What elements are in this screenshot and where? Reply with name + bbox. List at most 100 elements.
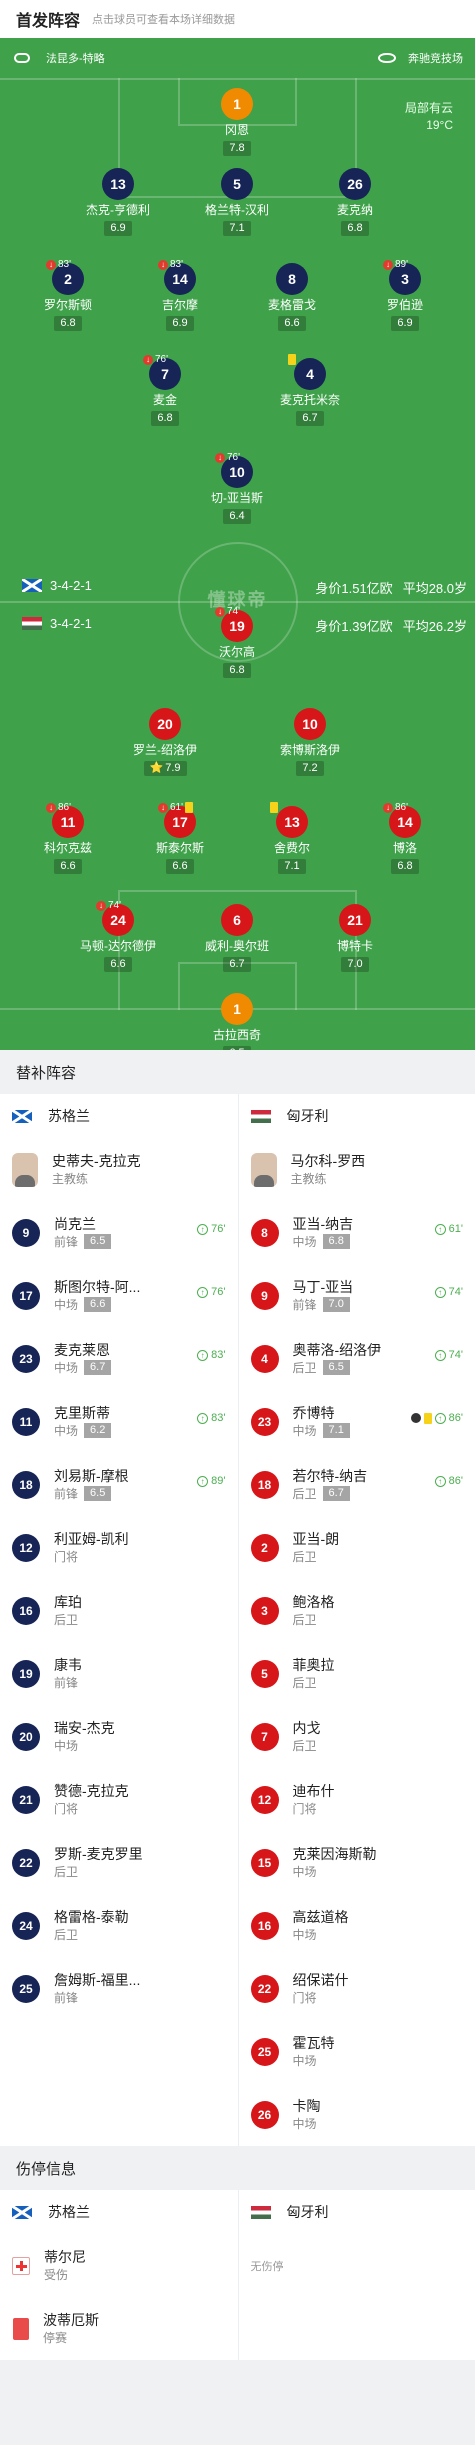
home-coach-row[interactable]: 史蒂夫-克拉克 主教练 bbox=[0, 1138, 238, 1201]
sub-player-row[interactable]: 23 乔博特 中场 7.1 ↑ 86' bbox=[239, 1390, 475, 1453]
sub-name: 库珀 bbox=[54, 1593, 82, 1610]
sub-number: 18 bbox=[12, 1470, 40, 1499]
sub-event: ↑ 86' bbox=[410, 1412, 463, 1424]
player-home[interactable]: 26 麦克纳 6.8 bbox=[300, 168, 410, 236]
sub-player-row[interactable]: 3 鲍洛格 后卫 bbox=[239, 1579, 475, 1642]
sub-minute: 61' bbox=[170, 802, 184, 813]
sub-player-row[interactable]: 16 库珀 后卫 bbox=[0, 1579, 238, 1642]
player-away[interactable]: 19 ↓ 74' 沃尔高 6.8 bbox=[182, 606, 292, 678]
player-away[interactable]: 17 ↓ 61' 斯泰尔斯 6.6 bbox=[125, 802, 235, 874]
player-away[interactable]: 1 古拉西奇 6.5 bbox=[182, 993, 292, 1050]
sub-player-row[interactable]: 9 尚克兰 前锋 6.5 ↑ 76' bbox=[0, 1201, 238, 1264]
player-home[interactable]: 4 麦克托米奈 6.7 bbox=[255, 354, 365, 426]
rating-value: 7.8 bbox=[229, 142, 245, 154]
player-number: 21 bbox=[339, 904, 371, 936]
sub-out-icon: ↓ bbox=[383, 802, 393, 813]
player-home[interactable]: 14 ↓ 83' 吉尔摩 6.9 bbox=[125, 259, 235, 331]
player-number: 13 bbox=[102, 168, 134, 200]
sub-event: ↑ 76' bbox=[197, 1286, 226, 1298]
sub-number: 12 bbox=[12, 1533, 40, 1562]
sub-meta: 后卫 6.7 bbox=[293, 1485, 368, 1503]
sub-minute: 89' bbox=[395, 259, 409, 270]
sub-player-row[interactable]: 2 亚当-朗 后卫 bbox=[239, 1516, 475, 1579]
home-subs: 苏格兰 史蒂夫-克拉克 主教练 9 尚克兰 前锋 6.5 ↑ 76' 17 斯图尔特-阿...… bbox=[0, 1094, 238, 2146]
player-away[interactable]: 14 ↓ 86' 博洛 6.8 bbox=[350, 802, 460, 874]
rating-value: 7.1 bbox=[229, 222, 245, 234]
player-home[interactable]: 2 ↓ 83' 罗尔斯顿 6.8 bbox=[13, 259, 123, 331]
sub-player-row[interactable]: 21 赞德-克拉克 门将 bbox=[0, 1768, 238, 1831]
away-coach-row[interactable]: 马尔科-罗西 主教练 bbox=[239, 1138, 475, 1201]
sub-player-row[interactable]: 4 奥蒂洛-绍洛伊 后卫 6.5 ↑ 74' bbox=[239, 1327, 475, 1390]
sub-player-row[interactable]: 18 若尔特-纳吉 后卫 6.7 ↑ 86' bbox=[239, 1453, 475, 1516]
player-away[interactable]: 21 博特卡 7.0 bbox=[300, 904, 410, 972]
player-away[interactable]: 20 罗兰-绍洛伊 ⭐ 7.9 bbox=[110, 708, 220, 776]
sub-name: 卡陶 bbox=[292, 2097, 321, 2114]
sub-player-row[interactable]: 22 罗斯-麦克罗里 后卫 bbox=[0, 1831, 238, 1894]
sub-player-row[interactable]: 23 麦克莱恩 中场 6.7 ↑ 83' bbox=[0, 1327, 238, 1390]
sub-number: 15 bbox=[250, 1848, 279, 1877]
player-home[interactable]: 7 ↓ 76' 麦金 6.8 bbox=[110, 354, 220, 426]
player-name: 博特卡 bbox=[336, 939, 373, 953]
sub-player-row[interactable]: 26 卡陶 中场 bbox=[239, 2083, 475, 2146]
sub-number: 3 bbox=[250, 1596, 279, 1625]
sub-player-row[interactable]: 7 内戈 后卫 bbox=[239, 1705, 475, 1768]
sub-player-row[interactable]: 12 迪布什 门将 bbox=[239, 1768, 475, 1831]
sub-player-row[interactable]: 12 利亚姆-凯利 门将 bbox=[0, 1516, 238, 1579]
sub-player-row[interactable]: 25 霍瓦特 中场 bbox=[239, 2020, 475, 2083]
player-name: 威利-奥尔班 bbox=[205, 939, 269, 953]
sub-out-icon: ↓ bbox=[143, 354, 153, 365]
player-home[interactable]: 1 冈恩 7.8 bbox=[182, 88, 292, 156]
sub-name: 霍瓦特 bbox=[292, 2034, 335, 2051]
sub-number: 20 bbox=[12, 1722, 40, 1751]
sub-player-row[interactable]: 17 斯图尔特-阿... 中场 6.6 ↑ 76' bbox=[0, 1264, 238, 1327]
sub-player-row[interactable]: 8 亚当-纳吉 中场 6.8 ↑ 61' bbox=[239, 1201, 475, 1264]
player-rating: 7.1 bbox=[223, 221, 251, 236]
sub-player-row[interactable]: 18 刘易斯-摩根 前锋 6.5 ↑ 89' bbox=[0, 1453, 238, 1516]
player-home[interactable]: 5 格兰特-汉利 7.1 bbox=[182, 168, 292, 236]
sub-position: 前锋 bbox=[54, 1486, 79, 1501]
player-away[interactable]: 11 ↓ 86' 科尔克兹 6.6 bbox=[13, 802, 123, 874]
sub-player-row[interactable]: 16 高兹道格 中场 bbox=[239, 1894, 475, 1957]
player-away[interactable]: 24 ↓ 74' 马顿-达尔德伊 6.6 bbox=[63, 900, 173, 972]
away-team-row: 匈牙利 bbox=[239, 1094, 475, 1138]
player-home[interactable]: 8 麦格雷戈 6.6 bbox=[237, 263, 347, 331]
sub-player-row[interactable]: 24 格雷格-泰勒 后卫 bbox=[0, 1894, 238, 1957]
injury-row[interactable]: 波蒂厄斯 停赛 bbox=[0, 2297, 238, 2360]
sub-out-icon: ↓ bbox=[215, 452, 225, 463]
sub-in-icon: ↑ bbox=[434, 1286, 446, 1298]
player-rating: 6.7 bbox=[296, 411, 324, 426]
player-home[interactable]: 3 ↓ 89' 罗伯逊 6.9 bbox=[350, 259, 460, 331]
rating-value: 7.0 bbox=[347, 958, 363, 970]
sub-player-row[interactable]: 22 绍保诺什 门将 bbox=[239, 1957, 475, 2020]
sub-info: 迪布什 门将 bbox=[293, 1782, 335, 1818]
sub-position: 后卫 bbox=[54, 1612, 79, 1627]
sub-info: 赞德-克拉克 门将 bbox=[54, 1782, 129, 1818]
player-away[interactable]: 13 舍费尔 7.1 bbox=[237, 802, 347, 874]
player-away[interactable]: 6 威利-奥尔班 6.7 bbox=[182, 904, 292, 972]
sub-player-row[interactable]: 15 克莱因海斯勒 中场 bbox=[239, 1831, 475, 1894]
injury-row[interactable]: 蒂尔尼 受伤 bbox=[0, 2234, 238, 2297]
sub-event: ↑ 74' bbox=[434, 1349, 463, 1361]
sub-player-row[interactable]: 9 马丁-亚当 前锋 7.0 ↑ 74' bbox=[239, 1264, 475, 1327]
player-rating: 6.6 bbox=[166, 859, 194, 874]
coach-role: 主教练 bbox=[291, 1170, 366, 1188]
weather-desc: 局部有云 bbox=[404, 101, 453, 115]
sub-name: 亚当-纳吉 bbox=[292, 1215, 354, 1232]
sub-meta: 后卫 bbox=[293, 1611, 335, 1629]
sub-info: 詹姆斯-福里... 前锋 bbox=[54, 1971, 140, 2007]
sub-minute: 74' bbox=[227, 606, 241, 617]
player-number: 5 bbox=[221, 168, 253, 200]
sub-player-row[interactable]: 11 克里斯蒂 中场 6.2 ↑ 83' bbox=[0, 1390, 238, 1453]
sub-out-icon: ↓ bbox=[96, 900, 106, 911]
sub-player-row[interactable]: 19 康韦 前锋 bbox=[0, 1642, 238, 1705]
player-home[interactable]: 13 杰克-亨德利 6.9 bbox=[63, 168, 173, 236]
sub-position: 后卫 bbox=[54, 1927, 79, 1942]
player-home[interactable]: 10 ↓ 76' 切-亚当斯 6.4 bbox=[182, 452, 292, 524]
sub-player-row[interactable]: 5 菲奥拉 后卫 bbox=[239, 1642, 475, 1705]
sub-meta: 前锋 bbox=[54, 1674, 82, 1692]
player-away[interactable]: 10 索博斯洛伊 7.2 bbox=[255, 708, 365, 776]
sub-player-row[interactable]: 25 詹姆斯-福里... 前锋 bbox=[0, 1957, 238, 2020]
sub-meta: 中场 bbox=[293, 2115, 321, 2133]
injury-status: 受伤 bbox=[44, 2266, 86, 2284]
sub-player-row[interactable]: 20 瑞安-杰克 中场 bbox=[0, 1705, 238, 1768]
